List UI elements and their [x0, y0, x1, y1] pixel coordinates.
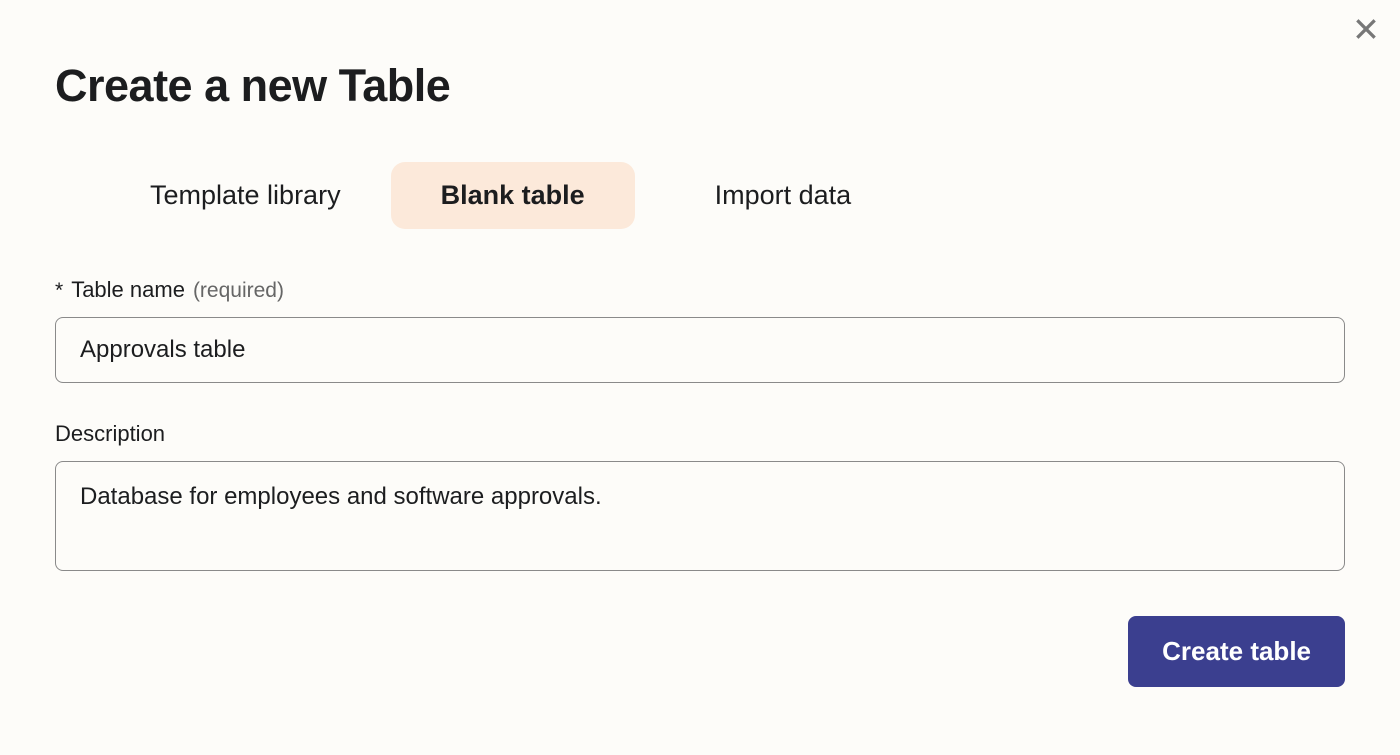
create-table-button[interactable]: Create table	[1128, 616, 1345, 687]
tabs-container: Template library Blank table Import data	[100, 162, 1345, 229]
description-label-row: Description	[55, 421, 1345, 447]
required-asterisk: *	[55, 279, 63, 303]
tab-blank-table[interactable]: Blank table	[391, 162, 635, 229]
close-button[interactable]	[1350, 15, 1382, 47]
description-label: Description	[55, 421, 165, 447]
description-group: Description	[55, 421, 1345, 576]
table-name-hint: (required)	[193, 279, 284, 303]
close-icon	[1353, 16, 1379, 47]
table-name-label-row: * Table name (required)	[55, 277, 1345, 303]
table-name-input[interactable]	[55, 317, 1345, 383]
button-row: Create table	[55, 616, 1345, 687]
tab-import-data[interactable]: Import data	[665, 162, 902, 229]
description-input[interactable]	[55, 461, 1345, 571]
table-name-group: * Table name (required)	[55, 277, 1345, 383]
tab-template-library[interactable]: Template library	[100, 162, 391, 229]
page-title: Create a new Table	[55, 60, 1345, 112]
table-name-label: Table name	[71, 277, 185, 303]
